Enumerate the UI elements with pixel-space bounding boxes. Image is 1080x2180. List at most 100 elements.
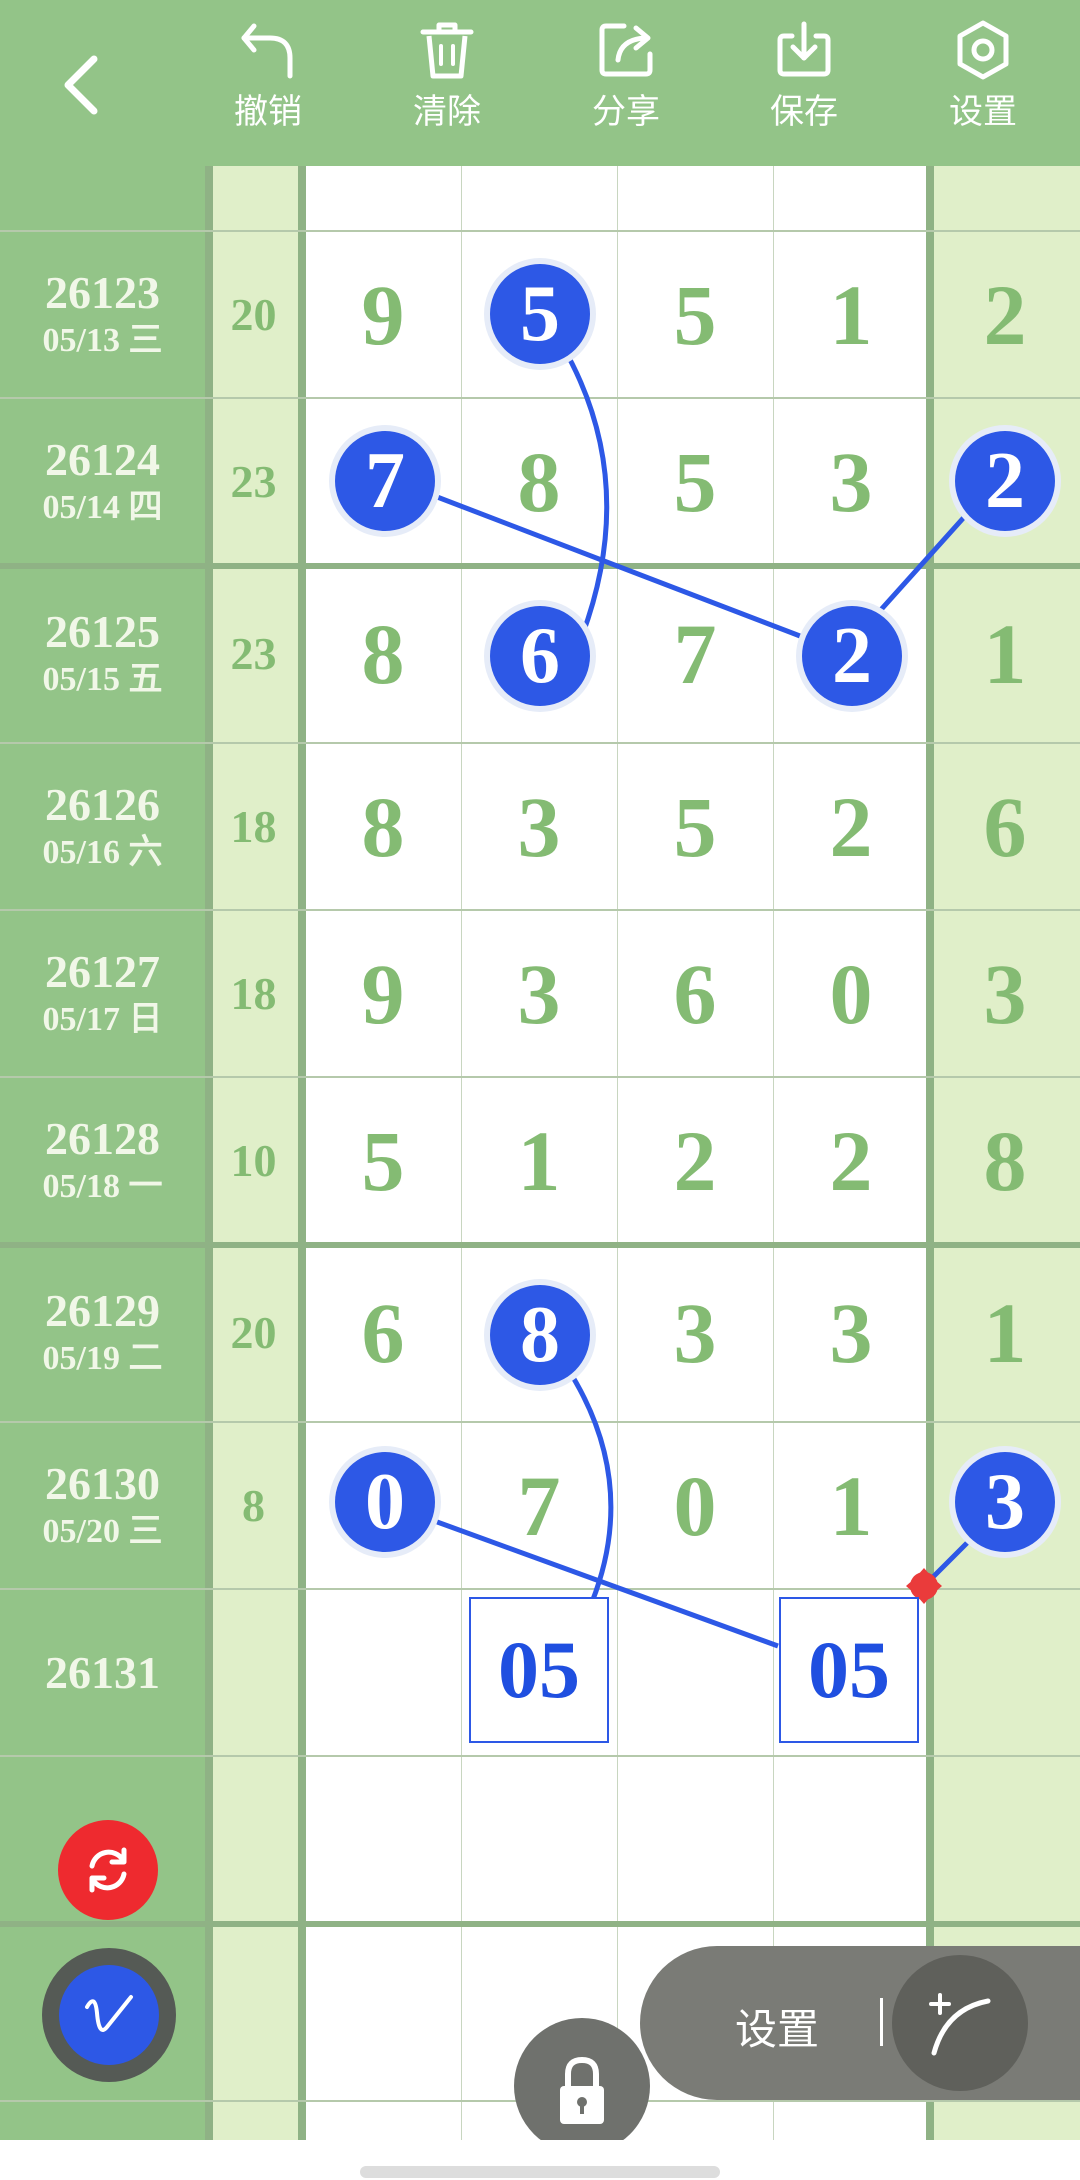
issue-date: 05/13 三 bbox=[42, 321, 163, 359]
back-button[interactable] bbox=[40, 40, 120, 130]
row-divider bbox=[0, 1421, 1080, 1423]
clear-button[interactable]: 清除 bbox=[387, 18, 507, 148]
row-date-cell: 26125 05/15 五 bbox=[0, 570, 205, 737]
digit-cell[interactable]: 8 bbox=[305, 570, 461, 737]
pen-tool-button[interactable] bbox=[42, 1948, 176, 2082]
issue-date: 05/20 三 bbox=[42, 1512, 163, 1550]
right-digit-cell[interactable]: 8 bbox=[930, 1077, 1080, 1244]
draw-grid[interactable]: 05/12 二717012612305/13 三20955122612405/1… bbox=[0, 0, 1080, 2140]
save-label: 保存 bbox=[770, 92, 838, 132]
pen-stroke-icon bbox=[85, 1995, 133, 2032]
digit-cell[interactable]: 0 bbox=[773, 910, 929, 1077]
digit-cell[interactable]: 5 bbox=[305, 1077, 461, 1244]
download-icon bbox=[777, 21, 831, 77]
digit-cell[interactable]: 9 bbox=[305, 231, 461, 398]
marked-ball[interactable]: 5 bbox=[490, 264, 590, 364]
digit-cell[interactable]: 9 bbox=[305, 910, 461, 1077]
digit-cell[interactable]: 3 bbox=[461, 743, 617, 910]
row-date-cell: 26129 05/19 二 bbox=[0, 1249, 205, 1416]
settings-pill: 设置 bbox=[640, 1946, 1080, 2100]
prediction-box[interactable]: 05 bbox=[779, 1597, 919, 1743]
digit-cell[interactable]: 5 bbox=[617, 231, 773, 398]
row-divider bbox=[0, 1588, 1080, 1590]
digit-cell[interactable]: 1 bbox=[773, 1422, 929, 1589]
undo-icon bbox=[241, 23, 293, 79]
draw-row: 26126 05/16 六 18 8 3 5 2 6 bbox=[0, 743, 1080, 910]
issue-number: 26123 bbox=[45, 266, 160, 318]
save-button[interactable]: 保存 bbox=[744, 18, 864, 148]
marked-ball[interactable]: 0 bbox=[335, 1452, 435, 1552]
group-divider bbox=[0, 563, 1080, 569]
digit-cell[interactable]: 3 bbox=[773, 398, 929, 565]
digit-cell[interactable]: 3 bbox=[617, 1249, 773, 1416]
marked-ball[interactable]: 2 bbox=[955, 431, 1055, 531]
marked-ball[interactable]: 8 bbox=[490, 1285, 590, 1385]
issue-number: 26131 bbox=[45, 1646, 160, 1698]
digit-cell[interactable] bbox=[305, 1589, 461, 1756]
digit-cell[interactable]: 5 bbox=[617, 743, 773, 910]
gear-icon bbox=[957, 20, 1009, 80]
app-root: 05/12 二717012612305/13 三20955122612405/1… bbox=[0, 0, 1080, 2180]
row-sum: 18 bbox=[230, 801, 277, 852]
group-divider bbox=[0, 1242, 1080, 1248]
row-date-cell: 26131 bbox=[0, 1589, 205, 1756]
issue-date: 05/14 四 bbox=[42, 488, 163, 526]
row-date-cell: 26126 05/16 六 bbox=[0, 743, 205, 910]
right-digit-cell[interactable]: 6 bbox=[930, 743, 1080, 910]
settings-button[interactable]: 设置 bbox=[923, 18, 1043, 148]
digit-cell[interactable]: 6 bbox=[305, 1249, 461, 1416]
top-toolbar: 撤销 清除 分享 保存 设置 bbox=[0, 0, 1080, 166]
digit-cell[interactable]: 7 bbox=[617, 570, 773, 737]
row-divider bbox=[0, 1755, 1080, 1757]
digit-cell[interactable]: 2 bbox=[773, 743, 929, 910]
right-digit-cell[interactable]: 3 bbox=[930, 910, 1080, 1077]
row-sum: 10 bbox=[230, 1135, 277, 1186]
right-digit-cell[interactable]: 1 bbox=[930, 570, 1080, 737]
row-sum bbox=[205, 1589, 302, 1756]
digit-cell[interactable]: 3 bbox=[773, 1249, 929, 1416]
curve-tool-button[interactable] bbox=[892, 1955, 1028, 2091]
share-button[interactable]: 分享 bbox=[566, 18, 686, 148]
marked-ball[interactable]: 7 bbox=[335, 431, 435, 531]
digit-cell[interactable]: 1 bbox=[773, 231, 929, 398]
digit-cell[interactable]: 1 bbox=[461, 1077, 617, 1244]
pill-settings-button[interactable]: 设置 bbox=[735, 1996, 819, 2057]
row-sum: 18 bbox=[230, 968, 277, 1019]
digit-cell[interactable]: 0 bbox=[617, 1422, 773, 1589]
right-digit-cell[interactable]: 2 bbox=[930, 231, 1080, 398]
digit-cell[interactable]: 6 bbox=[617, 910, 773, 1077]
chevron-left-icon bbox=[64, 55, 98, 115]
draw-row: 2613005/20 三807013 bbox=[0, 1422, 1080, 1589]
digit-cell[interactable]: 2 bbox=[773, 1077, 929, 1244]
issue-date: 05/19 二 bbox=[42, 1339, 163, 1377]
draw-row: 26127 05/17 日 18 9 3 6 0 3 bbox=[0, 910, 1080, 1077]
right-digit-cell[interactable] bbox=[930, 1589, 1080, 1756]
marked-ball[interactable]: 2 bbox=[802, 606, 902, 706]
issue-number: 26126 bbox=[45, 778, 160, 830]
digit-cell[interactable]: 7 bbox=[461, 1422, 617, 1589]
digit-cell[interactable]: 8 bbox=[461, 398, 617, 565]
issue-number: 26129 bbox=[45, 1284, 160, 1336]
digit-cell[interactable]: 5 bbox=[617, 398, 773, 565]
row-divider bbox=[0, 742, 1080, 744]
row-date-cell: 26127 05/17 日 bbox=[0, 910, 205, 1077]
marked-ball[interactable]: 6 bbox=[490, 606, 590, 706]
share-icon bbox=[599, 23, 653, 77]
refresh-button[interactable] bbox=[58, 1820, 158, 1920]
home-indicator[interactable] bbox=[360, 2166, 720, 2178]
digit-cell[interactable] bbox=[617, 1589, 773, 1756]
digit-cell[interactable]: 8 bbox=[305, 743, 461, 910]
issue-date: 05/18 一 bbox=[42, 1167, 163, 1205]
row-divider bbox=[0, 397, 1080, 399]
digit-cell[interactable]: 3 bbox=[461, 910, 617, 1077]
undo-button[interactable]: 撤销 bbox=[208, 18, 328, 148]
marked-ball[interactable]: 3 bbox=[955, 1452, 1055, 1552]
right-digit-cell[interactable]: 1 bbox=[930, 1249, 1080, 1416]
prediction-box[interactable]: 05 bbox=[469, 1597, 609, 1743]
issue-date: 05/16 六 bbox=[42, 833, 163, 871]
row-divider bbox=[0, 1076, 1080, 1078]
issue-date: 05/17 日 bbox=[42, 1000, 163, 1038]
digit-cell[interactable]: 2 bbox=[617, 1077, 773, 1244]
trash-icon bbox=[420, 22, 474, 79]
lock-button[interactable] bbox=[514, 2018, 650, 2154]
